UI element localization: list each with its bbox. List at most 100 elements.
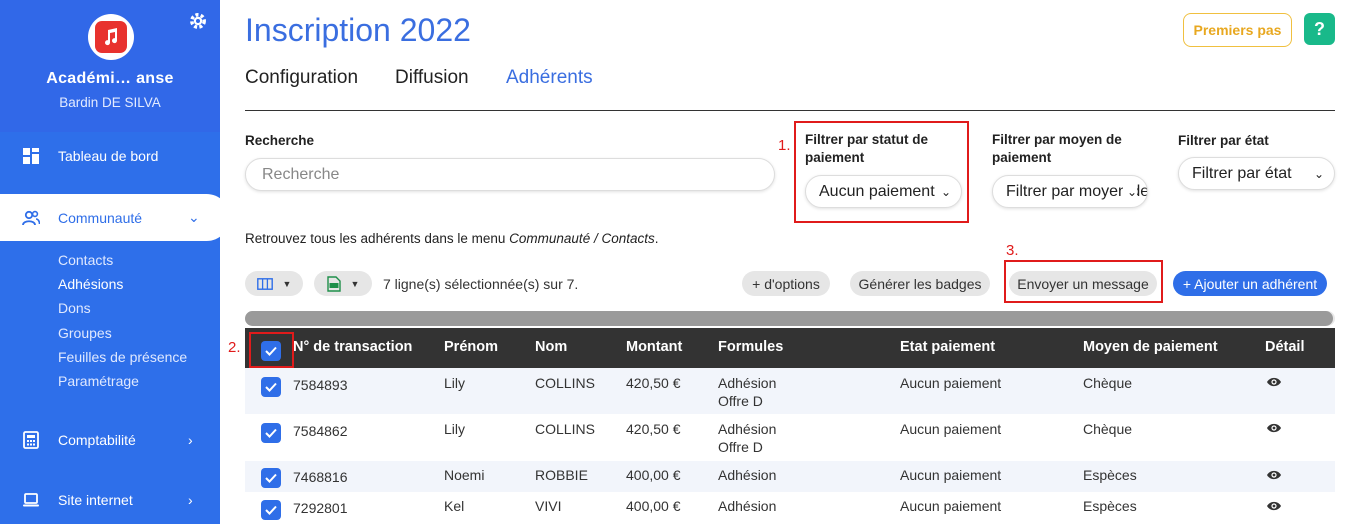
state-filter-value: Filtrer par état bbox=[1192, 164, 1292, 182]
cell-amount: 420,50 € bbox=[626, 421, 681, 437]
cell-payment-state: Aucun paiement bbox=[900, 498, 1002, 514]
chevron-down-icon: ⌄ bbox=[188, 209, 200, 225]
excel-file-icon bbox=[326, 275, 341, 292]
method-filter-select[interactable]: Filtrer par moyen de paiement ⌄ bbox=[992, 175, 1148, 208]
cell-lastname: VIVI bbox=[535, 498, 562, 514]
column-header-amount[interactable]: Montant bbox=[626, 339, 682, 355]
cell-payment-method: Espèces bbox=[1083, 498, 1137, 514]
help-button[interactable]: ? bbox=[1304, 13, 1335, 45]
table-row: 7468816 Noemi ROBBIE 400,00 € Adhésion A… bbox=[245, 461, 1335, 492]
column-header-payment-method[interactable]: Moyen de paiement bbox=[1083, 339, 1218, 355]
subnav-parametrage[interactable]: Paramétrage bbox=[58, 373, 139, 389]
chevron-right-icon: › bbox=[188, 492, 193, 508]
cell-payment-state: Aucun paiement bbox=[900, 375, 1002, 391]
annotation-2: 2. bbox=[228, 339, 241, 356]
column-header-transaction[interactable]: N° de transaction bbox=[293, 339, 412, 355]
info-text: Retrouvez tous les adhérents dans le men… bbox=[245, 231, 659, 246]
page-title: Inscription 2022 bbox=[245, 12, 471, 48]
status-filter-select[interactable]: Aucun paiement ⌄ bbox=[805, 175, 962, 208]
sidebar-item-label: Communauté bbox=[58, 209, 143, 226]
horizontal-scrollbar[interactable] bbox=[245, 311, 1335, 326]
row-checkbox[interactable] bbox=[261, 468, 281, 488]
cell-payment-method: Espèces bbox=[1083, 467, 1137, 483]
more-options-button[interactable]: + d'options bbox=[742, 271, 830, 296]
cell-payment-state: Aucun paiement bbox=[900, 421, 1002, 437]
eye-icon[interactable] bbox=[1266, 376, 1282, 388]
check-icon bbox=[265, 382, 277, 392]
chevron-down-icon: ⌄ bbox=[1313, 167, 1324, 181]
table-row: 7292801 Kel VIVI 400,00 € Adhésion Aucun… bbox=[245, 492, 1335, 524]
tab-diffusion[interactable]: Diffusion bbox=[395, 67, 469, 89]
cell-formula: Adhésion bbox=[718, 375, 777, 391]
cell-payment-state: Aucun paiement bbox=[900, 467, 1002, 483]
search-label: Recherche bbox=[245, 133, 315, 148]
state-filter-select[interactable]: Filtrer par état ⌄ bbox=[1178, 157, 1335, 190]
column-header-firstname[interactable]: Prénom bbox=[444, 339, 498, 355]
sidebar-item-community[interactable]: Communauté ⌄ bbox=[0, 194, 230, 241]
cell-formula-2: Offre D bbox=[718, 393, 763, 409]
cell-formula: Adhésion bbox=[718, 421, 777, 437]
add-member-button[interactable]: + Ajouter un adhérent bbox=[1173, 271, 1327, 296]
user-name: Bardin DE SILVA bbox=[59, 95, 161, 110]
row-checkbox[interactable] bbox=[261, 423, 281, 443]
row-checkbox[interactable] bbox=[261, 500, 281, 520]
cell-firstname: Lily bbox=[444, 421, 466, 437]
columns-toggle-button[interactable]: ▼ bbox=[245, 271, 303, 296]
calculator-icon bbox=[23, 431, 39, 449]
check-icon bbox=[265, 473, 277, 483]
table-header: N° de transaction Prénom Nom Montant For… bbox=[245, 328, 1335, 368]
state-filter-label: Filtrer par état bbox=[1178, 133, 1269, 148]
cell-payment-method: Chèque bbox=[1083, 421, 1133, 437]
table-row: 7584893 Lily COLLINS 420,50 € Adhésion O… bbox=[245, 368, 1335, 414]
scrollbar-thumb[interactable] bbox=[245, 311, 1333, 326]
sidebar-item-dashboard[interactable]: Tableau de bord bbox=[0, 134, 220, 178]
subnav-groupes[interactable]: Groupes bbox=[58, 325, 112, 341]
cell-amount: 400,00 € bbox=[626, 467, 681, 483]
dashboard-icon bbox=[23, 148, 39, 164]
cell-formula-2: Offre D bbox=[718, 439, 763, 455]
cell-lastname: COLLINS bbox=[535, 421, 595, 437]
cell-amount: 400,00 € bbox=[626, 498, 681, 514]
cell-formula: Adhésion bbox=[718, 467, 777, 483]
subnav-dons[interactable]: Dons bbox=[58, 300, 91, 316]
organization-logo[interactable] bbox=[88, 14, 134, 60]
organization-name[interactable]: Académi… anse bbox=[0, 70, 220, 88]
column-header-payment-state[interactable]: Etat paiement bbox=[900, 339, 995, 355]
cell-transaction: 7292801 bbox=[293, 500, 348, 516]
chevron-right-icon: › bbox=[188, 432, 193, 448]
cell-firstname: Noemi bbox=[444, 467, 485, 483]
generate-badges-button[interactable]: Générer les badges bbox=[850, 271, 990, 296]
search-input[interactable]: Recherche bbox=[245, 158, 775, 191]
sidebar-item-label: Tableau de bord bbox=[58, 148, 159, 164]
column-header-lastname[interactable]: Nom bbox=[535, 339, 567, 355]
chevron-down-icon: ⌄ bbox=[940, 185, 951, 199]
eye-icon[interactable] bbox=[1266, 500, 1282, 512]
cell-amount: 420,50 € bbox=[626, 375, 681, 391]
subnav-feuilles-presence[interactable]: Feuilles de présence bbox=[58, 349, 187, 365]
community-icon bbox=[22, 210, 40, 225]
tab-adherents[interactable]: Adhérents bbox=[506, 67, 593, 89]
column-header-formulas[interactable]: Formules bbox=[718, 339, 783, 355]
export-excel-button[interactable]: ▼ bbox=[314, 271, 372, 296]
annotation-1: 1. bbox=[778, 137, 791, 154]
row-checkbox[interactable] bbox=[261, 377, 281, 397]
tab-configuration[interactable]: Configuration bbox=[245, 67, 358, 89]
sidebar-item-website[interactable]: Site internet › bbox=[0, 478, 220, 522]
sidebar: Académi… anse Bardin DE SILVA Tableau de… bbox=[0, 0, 230, 524]
eye-icon[interactable] bbox=[1266, 422, 1282, 434]
status-filter-label: Filtrer par statut de paiement bbox=[805, 132, 929, 165]
status-filter-value: Aucun paiement bbox=[819, 182, 935, 200]
eye-icon[interactable] bbox=[1266, 469, 1282, 481]
subnav-adhesions[interactable]: Adhésions bbox=[58, 276, 123, 292]
cell-lastname: COLLINS bbox=[535, 375, 595, 391]
cell-firstname: Kel bbox=[444, 498, 465, 514]
subnav-contacts[interactable]: Contacts bbox=[58, 252, 113, 268]
sidebar-item-accounting[interactable]: Comptabilité › bbox=[0, 418, 220, 462]
tabs-divider bbox=[245, 110, 1335, 111]
gear-icon[interactable] bbox=[188, 11, 208, 31]
table-row: 7584862 Lily COLLINS 420,50 € Adhésion O… bbox=[245, 414, 1335, 461]
chevron-down-icon: ⌄ bbox=[1122, 185, 1137, 199]
premiers-pas-button[interactable]: Premiers pas bbox=[1183, 13, 1292, 47]
send-message-button[interactable]: Envoyer un message bbox=[1009, 271, 1157, 296]
annotation-3: 3. bbox=[1006, 242, 1019, 259]
